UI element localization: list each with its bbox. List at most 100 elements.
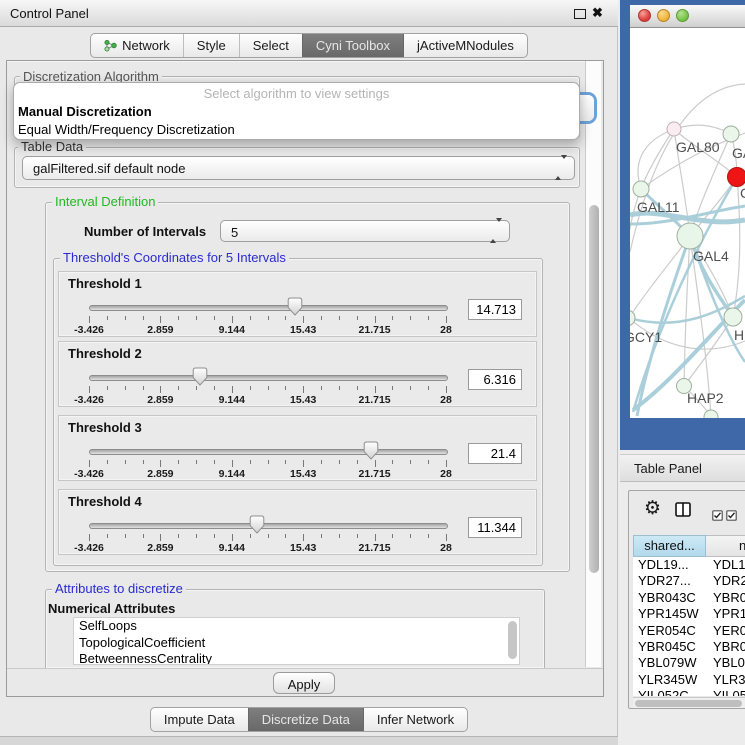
network-node-gcy1[interactable]: [630, 310, 635, 326]
panel-title: Control Panel: [10, 6, 89, 21]
zoom-traffic-light-icon[interactable]: [676, 9, 689, 22]
threshold-value-field[interactable]: [468, 443, 522, 464]
tab-infer-network[interactable]: Infer Network: [363, 708, 467, 731]
attribute-item-betweennesscentrality[interactable]: BetweennessCentrality: [74, 651, 519, 665]
node-label-gal80: GAL80: [676, 139, 720, 155]
float-window-icon[interactable]: [574, 9, 586, 19]
threshold-value-field[interactable]: [468, 299, 522, 320]
threshold-value-field[interactable]: [468, 517, 522, 538]
tick-mark: [268, 534, 269, 538]
slider-handle[interactable]: [249, 515, 265, 534]
slider-track[interactable]: [89, 305, 448, 311]
slider-track[interactable]: [89, 449, 448, 455]
network-node-gal4[interactable]: [677, 223, 703, 249]
slider-handle[interactable]: [363, 441, 379, 460]
gear-icon[interactable]: ⚙: [644, 499, 661, 518]
tick-mark: [446, 316, 447, 323]
network-node-h[interactable]: [724, 308, 742, 326]
tick-mark: [143, 534, 144, 538]
cell-name: YIL052C: [713, 688, 745, 696]
threshold-slider[interactable]: -3.4262.8599.14415.4321.71528: [89, 441, 446, 479]
tick-mark: [160, 316, 161, 323]
table-panel-title: Table Panel: [634, 461, 702, 476]
table-row[interactable]: YDR27...YDR27: [633, 573, 745, 589]
table-data-combobox[interactable]: galFiltered.sif default node: [22, 156, 575, 180]
network-node-c[interactable]: [728, 168, 745, 187]
table-scrollbar-thumb[interactable]: [635, 700, 742, 707]
table-row[interactable]: YDL19...YDL19: [633, 557, 745, 573]
threshold-label: Threshold 3: [68, 420, 142, 435]
tick-mark: [285, 534, 286, 538]
cell-name: YER054C: [713, 623, 745, 638]
slider-handle[interactable]: [287, 297, 303, 316]
table-header-shared-name[interactable]: shared...: [633, 535, 706, 557]
attributes-list-scrollbar[interactable]: [507, 620, 518, 664]
tick-mark: [285, 460, 286, 464]
tab-select[interactable]: Select: [239, 34, 302, 57]
content-vertical-scrollbar[interactable]: [585, 61, 601, 667]
slider-handle[interactable]: [192, 367, 208, 386]
popup-item-equal-width-frequency-discretization[interactable]: Equal Width/Frequency Discretization: [18, 121, 575, 139]
table-row[interactable]: YBR043CYBR043C: [633, 590, 745, 606]
table-row[interactable]: YIL052CYIL052C: [633, 688, 745, 696]
slider-track[interactable]: [89, 523, 448, 529]
threshold-value-field[interactable]: [468, 369, 522, 390]
network-node[interactable]: [704, 410, 718, 418]
bottom-tab-group: Impute DataDiscretize DataInfer Network: [150, 707, 468, 732]
popup-item-manual-discretization[interactable]: Manual Discretization: [18, 103, 575, 121]
attributes-scrollbar-thumb[interactable]: [508, 621, 517, 659]
table-row[interactable]: YLR345WYLR345W: [633, 672, 745, 688]
node-label-gcy1: GCY1: [630, 329, 662, 345]
table-row[interactable]: YBR045CYBR045C: [633, 639, 745, 655]
network-node-gal80[interactable]: [667, 122, 681, 136]
tick-mark: [339, 534, 340, 538]
table-header-name[interactable]: name: [706, 535, 745, 557]
slider-ticks: [89, 534, 446, 542]
cell-name: YPR145W: [713, 606, 745, 621]
number-of-intervals-combobox[interactable]: 5: [220, 220, 510, 242]
tab-label: Cyni Toolbox: [316, 34, 390, 57]
attribute-item-topologicalcoefficient[interactable]: TopologicalCoefficient: [74, 635, 519, 652]
threshold-slider[interactable]: -3.4262.8599.14415.4321.71528: [89, 515, 446, 553]
network-node-gal11[interactable]: [633, 181, 649, 197]
tick-mark: [232, 460, 233, 467]
table-row[interactable]: YER054CYER054C: [633, 623, 745, 639]
tick-mark: [321, 460, 322, 464]
number-of-intervals-label: Number of Intervals: [84, 224, 206, 239]
table-row[interactable]: YPR145WYPR145W: [633, 606, 745, 622]
tick-mark: [178, 316, 179, 320]
attribute-item-selfloops[interactable]: SelfLoops: [74, 618, 519, 635]
cell-name: YBR045C: [713, 639, 745, 654]
tick-mark: [160, 534, 161, 541]
content-scrollbar-thumb[interactable]: [589, 205, 599, 573]
minimize-traffic-light-icon[interactable]: [657, 9, 670, 22]
apply-button[interactable]: Apply: [273, 672, 335, 694]
network-node-ga[interactable]: [723, 126, 739, 142]
tick-label: 9.144: [219, 542, 245, 554]
tab-cyni-toolbox[interactable]: Cyni Toolbox: [302, 34, 403, 57]
threshold-slider[interactable]: -3.4262.8599.14415.4321.71528: [89, 297, 446, 335]
threshold-panel: Threshold 4 -3.4262.8599.14415.4321.7152…: [58, 489, 537, 555]
close-traffic-light-icon[interactable]: [638, 9, 651, 22]
table-horizontal-scrollbar[interactable]: [633, 697, 745, 708]
tab-style[interactable]: Style: [183, 34, 239, 57]
table-row[interactable]: YBL079WYBL079W: [633, 655, 745, 671]
network-canvas[interactable]: GAL80GACGAL11GAL4GCY1HHAP2: [630, 28, 745, 418]
split-column-icon[interactable]: [675, 502, 691, 522]
numerical-attributes-list[interactable]: SelfLoopsTopologicalCoefficientBetweenne…: [73, 617, 520, 665]
close-icon[interactable]: ✖: [592, 5, 603, 21]
checkbox-icon[interactable]: [726, 508, 737, 526]
threshold-label: Threshold 4: [68, 494, 142, 509]
tick-mark: [214, 460, 215, 464]
top-tab-group: NetworkStyleSelect Cyni Toolbox jActiveMNo…: [90, 33, 528, 58]
tick-mark: [285, 316, 286, 320]
tab-impute-data[interactable]: Impute Data: [151, 708, 248, 731]
checkbox-icon[interactable]: [712, 508, 723, 526]
tab-discretize-data[interactable]: Discretize Data: [248, 708, 363, 731]
tab-jactivemnodules[interactable]: jActiveMNodules: [403, 34, 527, 57]
slider-track[interactable]: [89, 375, 448, 381]
tick-mark: [196, 534, 197, 538]
tab-network[interactable]: Network: [91, 34, 183, 57]
threshold-slider[interactable]: -3.4262.8599.14415.4321.71528: [89, 367, 446, 405]
tick-mark: [125, 316, 126, 320]
